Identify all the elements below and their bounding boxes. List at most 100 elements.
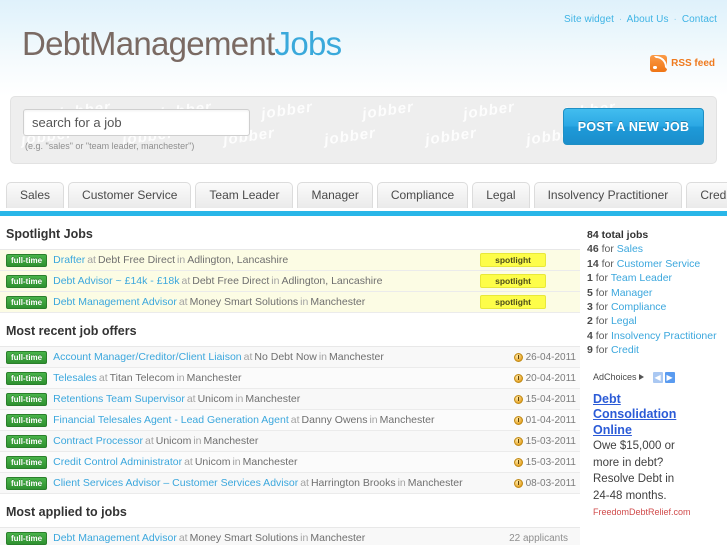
job-title-link[interactable]: Debt Management Advisor [53,296,177,308]
table-row[interactable]: full-time Credit Control Administrator a… [0,452,580,473]
tab-customer-service[interactable]: Customer Service [68,182,192,208]
applicant-count: 22 applicants [509,532,568,544]
recent-jobs-list: full-time Account Manager/Creditor/Clien… [0,346,580,494]
for-word: for [595,315,609,328]
job-location: Adlington, Lancashire [187,254,289,266]
spotlight-badge: spotlight [480,253,546,267]
company-name: Danny Owens [301,414,368,426]
table-row[interactable]: full-time Financial Telesales Agent - Le… [0,410,580,431]
posted-date: 20-04-2011 [513,372,576,384]
posted-date: 26-04-2011 [513,351,576,363]
table-row[interactable]: full-time Drafter at Debt Free Direct in… [0,250,580,271]
site-logo[interactable]: DebtManagementJobs [22,25,342,63]
search-hint: (e.g. "sales" or "team leader, mancheste… [25,141,195,151]
sidebar-item-manager[interactable]: Manager [611,287,652,299]
sidebar-item-credit[interactable]: Credit [611,344,639,356]
job-location: Adlington, Lancashire [281,275,383,287]
job-title-link[interactable]: Financial Telesales Agent - Lead Generat… [53,414,289,426]
ad-copy-line-3: Resolve Debt in [593,473,675,486]
adchoices-label: AdChoices [593,372,637,383]
posted-date: 15-03-2011 [513,436,576,447]
job-location: Manchester [310,532,366,544]
table-row[interactable]: full-time Retentions Team Supervisor at … [0,389,580,410]
job-title-link[interactable]: Account Manager/Creditor/Client Liaison [53,351,242,363]
company-name: Debt Free Direct [97,254,175,266]
job-title-link[interactable]: Drafter [53,254,85,266]
job-location: Manchester [203,435,259,447]
company-name: Money Smart Solutions [189,532,299,544]
sidebar: 84 total jobs 46 for Sales 14 for Custom… [580,216,727,545]
in-word: in [397,477,406,489]
top-nav-contact[interactable]: Contact [682,14,717,25]
in-word: in [300,532,309,544]
for-word: for [601,257,614,270]
status-badge: full-time [6,274,48,288]
ad-prev-arrow-icon[interactable]: ◀ [652,371,663,383]
posted-date-text: 20-04-2011 [525,372,576,384]
sidebar-item-customer-service[interactable]: Customer Service [617,258,700,270]
tab-compliance[interactable]: Compliance [376,182,469,208]
count-value: 9 [587,344,593,357]
table-row[interactable]: full-time Debt Advisor ~ £14k - £18k at … [0,271,580,292]
sidebar-item-legal[interactable]: Legal [611,315,637,327]
job-title-link[interactable]: Debt Advisor ~ £14k - £18k [53,275,179,287]
table-row[interactable]: full-time Contract Processor at Unicom i… [0,431,580,452]
watermark-word: jobber [424,124,478,149]
clock-icon [513,394,523,404]
table-row[interactable]: full-time Account Manager/Creditor/Clien… [0,347,580,368]
status-badge: full-time [6,392,48,406]
job-title-link[interactable]: Client Services Advisor – Customer Servi… [53,477,298,489]
count-row-legal: 2 for Legal [587,314,727,328]
table-row[interactable]: full-time Client Services Advisor – Cust… [0,473,580,494]
status-badge: full-time [6,253,48,267]
status-badge: full-time [6,295,48,309]
tab-insolvency-practitioner[interactable]: Insolvency Practitioner [533,182,683,208]
content-area: Spotlight Jobs full-time Drafter at Debt… [0,216,727,545]
for-word: for [595,272,609,285]
job-location: Manchester [310,296,366,308]
job-title-link[interactable]: Debt Management Advisor [53,532,177,544]
in-word: in [318,351,328,363]
ad-headline-line-1[interactable]: Debt [593,392,727,408]
tab-legal[interactable]: Legal [472,182,530,208]
top-nav-site-widget[interactable]: Site widget [564,14,614,25]
ad-headline-line-2[interactable]: Consolidation [593,407,727,423]
count-row-manager: 5 for Manager [587,286,727,300]
page-root: Site widget · About Us · Contact DebtMan… [0,0,727,545]
top-nav-about-us[interactable]: About Us [627,14,669,25]
sidebar-item-insolvency-practitioner[interactable]: Insolvency Practitioner [611,330,717,342]
job-title-link[interactable]: Credit Control Administrator [53,456,182,468]
most-applied-list: full-time Debt Management Advisor at Mon… [0,527,580,545]
tab-credit[interactable]: Credit [686,182,727,208]
count-value: 14 [587,257,599,270]
count-value: 46 [587,243,599,256]
posted-date-text: 26-04-2011 [525,351,576,363]
table-row[interactable]: full-time Debt Management Advisor at Mon… [0,292,580,313]
status-badge: full-time [6,455,48,469]
company-name: Unicom [155,435,192,447]
ad-copy-line-1: Owe $15,000 or [593,440,675,453]
search-input[interactable] [23,109,250,136]
ad-headline-line-3[interactable]: Online [593,423,727,439]
post-a-new-job-button[interactable]: POST A NEW JOB [563,108,704,145]
sidebar-item-compliance[interactable]: Compliance [611,301,666,313]
tab-sales[interactable]: Sales [6,182,65,208]
sidebar-item-sales[interactable]: Sales [617,243,643,255]
ad-next-arrow-icon[interactable]: ▶ [664,371,675,383]
job-title-link[interactable]: Telesales [53,372,97,384]
for-word: for [595,329,609,342]
nav-separator-2: · [673,14,677,25]
job-location: Manchester [245,393,301,405]
tab-team-leader[interactable]: Team Leader [195,182,294,208]
in-word: in [176,372,185,384]
adchoices-link[interactable]: AdChoices [593,372,644,382]
table-row[interactable]: full-time Telesales at Titan Telecom in … [0,368,580,389]
job-title-link[interactable]: Contract Processor [53,435,143,447]
tab-manager[interactable]: Manager [297,182,373,208]
company-name: Unicom [194,456,231,468]
posted-date: 08-03-2011 [513,478,576,489]
rss-feed-link[interactable]: RSS feed [650,55,715,72]
job-title-link[interactable]: Retentions Team Supervisor [53,393,185,405]
table-row[interactable]: full-time Debt Management Advisor at Mon… [0,528,580,545]
sidebar-item-team-leader[interactable]: Team Leader [611,272,672,284]
